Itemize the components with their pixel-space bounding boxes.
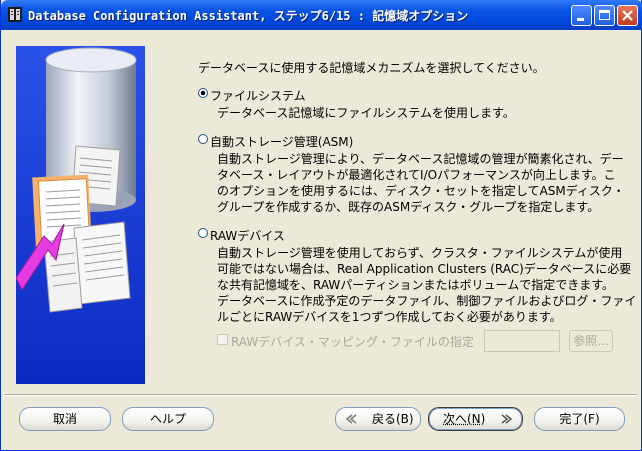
next-arrow-icon: [501, 414, 513, 424]
back-arrow-icon: [345, 414, 357, 424]
desc-line: のオプションを使用するには、ディスク・セットを指定してASMディスク・: [217, 184, 625, 198]
title-bar[interactable]: Database Configuration Assistant, ステップ6/…: [1, 0, 642, 30]
option-filesystem-label[interactable]: ファイルシステム: [210, 87, 306, 104]
desc-line: タベース・レイアウトが最適化されてI/Oパフォーマンスが向上します。こ: [217, 168, 616, 182]
window-title: Database Configuration Assistant, ステップ6/…: [28, 9, 469, 23]
option-asm-description: 自動ストレージ管理により、データベース記憶域の管理が簡素化され、デー タベース・…: [217, 151, 625, 215]
browse-button[interactable]: 参照...: [569, 330, 613, 352]
option-raw-label[interactable]: RAWデバイス: [210, 227, 285, 244]
finish-button[interactable]: 完了(F): [534, 407, 625, 431]
instruction-text: データベースに使用する記憶域メカニズムを選択してください。: [198, 61, 545, 75]
radio-filesystem[interactable]: [198, 88, 208, 98]
desc-line: ルごとにRAWデバイスを1つずつ作成しておく必要があります。: [217, 310, 562, 324]
raw-mapping-checkbox[interactable]: [217, 334, 228, 345]
desc-line: 可能ではない場合は、Real Application Clusters (RAC…: [217, 262, 632, 276]
close-icon: [622, 10, 633, 21]
desc-line: グループを作成するか、既存のASMディスク・グループを指定します。: [217, 200, 600, 214]
dialog-window: Database Configuration Assistant, ステップ6/…: [0, 0, 642, 451]
raw-mapping-label: RAWデバイス・マッピング・ファイルの指定: [231, 335, 474, 349]
cancel-button[interactable]: 取消: [19, 407, 111, 431]
minimize-button[interactable]: [571, 5, 592, 26]
maximize-button[interactable]: [594, 5, 615, 26]
next-label: 次へ(N): [443, 412, 486, 426]
back-label: 戻る(B): [372, 412, 414, 426]
option-filesystem-description: データベース記憶域にファイルシステムを使用します。: [217, 105, 515, 121]
option-raw-description: 自動ストレージ管理を使用しておらず、クラスタ・ファイルシステムが使用 可能ではな…: [217, 245, 636, 325]
help-button[interactable]: ヘルプ: [122, 407, 214, 431]
radio-asm[interactable]: [198, 134, 208, 144]
close-button[interactable]: [617, 5, 638, 26]
desc-line: な共有記憶域を、RAWパーティションまたはボリュームで指定できます。: [217, 278, 614, 292]
desc-line: 自動ストレージ管理を使用しておらず、クラスタ・ファイルシステムが使用: [217, 246, 623, 260]
back-button[interactable]: 戻る(B): [335, 407, 421, 431]
separator: [5, 394, 637, 396]
desc-line: 自動ストレージ管理により、データベース記憶域の管理が簡素化され、デー: [217, 152, 624, 166]
next-button[interactable]: 次へ(N): [428, 407, 523, 431]
raw-mapping-file-field[interactable]: [484, 330, 560, 352]
minimize-icon: [577, 18, 584, 21]
maximize-icon: [599, 10, 610, 20]
desc-line: データベース記憶域にファイルシステムを使用します。: [217, 106, 515, 120]
option-asm-label[interactable]: 自動ストレージ管理(ASM): [210, 133, 353, 150]
radio-raw[interactable]: [198, 228, 208, 238]
database-app-icon: [8, 7, 22, 22]
desc-line: データベースに作成予定のデータファイル、制御ファイルおよびログ・ファイ: [217, 294, 637, 308]
storage-illustration: [16, 46, 145, 384]
